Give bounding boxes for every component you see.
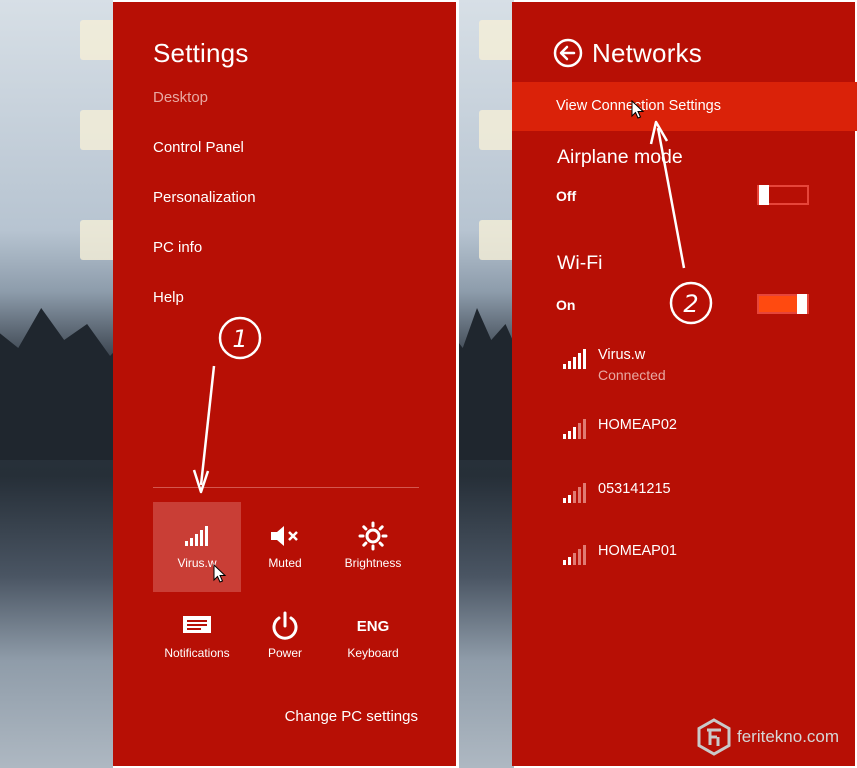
wifi-signal-icon xyxy=(563,349,586,369)
settings-title: Settings xyxy=(153,38,249,68)
desktop-background-left xyxy=(0,0,113,768)
brightness-quick-label: Brightness xyxy=(344,556,402,570)
feritekno-logo-icon xyxy=(697,718,731,756)
network-item-virus-w[interactable]: Virus.w Connected xyxy=(562,347,822,387)
toggle-thumb xyxy=(759,185,769,205)
desktop-tile xyxy=(479,220,514,260)
desktop-background-right xyxy=(459,0,514,768)
quick-settings-divider xyxy=(153,487,419,488)
networks-charm-panel: Networks View Connection Settings Airpla… xyxy=(512,2,857,766)
keyboard-quick-label: Keyboard xyxy=(347,646,399,660)
wifi-toggle[interactable] xyxy=(757,294,809,314)
desktop-tile xyxy=(80,20,113,60)
keyboard-icon: ENG xyxy=(356,617,390,635)
speaker-muted-icon xyxy=(241,522,329,550)
network-quick-label: Virus.w xyxy=(177,556,217,570)
wifi-signal-icon xyxy=(563,545,586,565)
power-icon xyxy=(241,611,329,640)
network-status: Connected xyxy=(598,367,666,383)
menu-item-personalization[interactable]: Personalization xyxy=(153,189,256,206)
mountain-silhouette xyxy=(459,308,514,460)
watermark: feritekno.com xyxy=(697,718,839,756)
network-quick-tile[interactable]: Virus.w xyxy=(153,502,241,592)
wifi-signal-icon xyxy=(563,419,586,439)
network-item-053141215[interactable]: 053141215 xyxy=(562,481,822,521)
airplane-mode-state: Off xyxy=(556,188,577,204)
menu-item-help[interactable]: Help xyxy=(153,289,184,306)
notifications-icon xyxy=(153,612,241,640)
menu-item-pc-info[interactable]: PC info xyxy=(153,239,202,256)
notifications-quick-label: Notifications xyxy=(164,646,230,660)
menu-item-desktop: Desktop xyxy=(153,89,209,106)
desktop-tile xyxy=(80,220,113,260)
toggle-thumb xyxy=(797,294,807,314)
network-name: 053141215 xyxy=(598,481,671,497)
wifi-label: Wi-Fi xyxy=(557,252,603,274)
airplane-mode-label: Airplane mode xyxy=(557,146,683,168)
toggle-fill xyxy=(759,296,797,312)
back-arrow-icon[interactable] xyxy=(553,38,583,68)
desktop-tile xyxy=(479,110,514,150)
mouse-cursor-icon xyxy=(213,564,227,583)
airplane-mode-toggle[interactable] xyxy=(757,185,809,205)
volume-quick-tile[interactable]: Muted xyxy=(241,502,329,592)
wifi-state: On xyxy=(556,297,576,313)
power-quick-tile[interactable]: Power xyxy=(241,592,329,682)
notifications-quick-tile[interactable]: Notifications xyxy=(153,592,241,682)
watermark-text: feritekno.com xyxy=(737,727,840,746)
mouse-cursor-icon xyxy=(631,100,645,119)
brightness-icon xyxy=(329,521,417,551)
settings-charm-panel: Settings Desktop Control Panel Personali… xyxy=(113,2,456,766)
wifi-signal-icon xyxy=(153,522,241,550)
power-quick-label: Power xyxy=(267,646,302,660)
network-item-homeap02[interactable]: HOMEAP02 xyxy=(562,417,822,457)
change-pc-settings-link[interactable]: Change PC settings xyxy=(285,708,418,725)
screenshot-divider xyxy=(456,0,459,768)
desktop-tile xyxy=(479,20,514,60)
networks-title: Networks xyxy=(592,38,702,68)
wifi-signal-icon xyxy=(563,483,586,503)
keyboard-quick-tile[interactable]: ENG Keyboard xyxy=(329,592,417,682)
mountain-silhouette xyxy=(0,308,113,460)
network-name: Virus.w xyxy=(598,347,646,363)
network-name: HOMEAP02 xyxy=(598,417,677,433)
menu-item-control-panel[interactable]: Control Panel xyxy=(153,139,244,156)
volume-quick-label: Muted xyxy=(268,556,302,570)
brightness-quick-tile[interactable]: Brightness xyxy=(329,502,417,592)
network-name: HOMEAP01 xyxy=(598,543,677,559)
network-item-homeap01[interactable]: HOMEAP01 xyxy=(562,543,822,583)
desktop-tile xyxy=(80,110,113,150)
